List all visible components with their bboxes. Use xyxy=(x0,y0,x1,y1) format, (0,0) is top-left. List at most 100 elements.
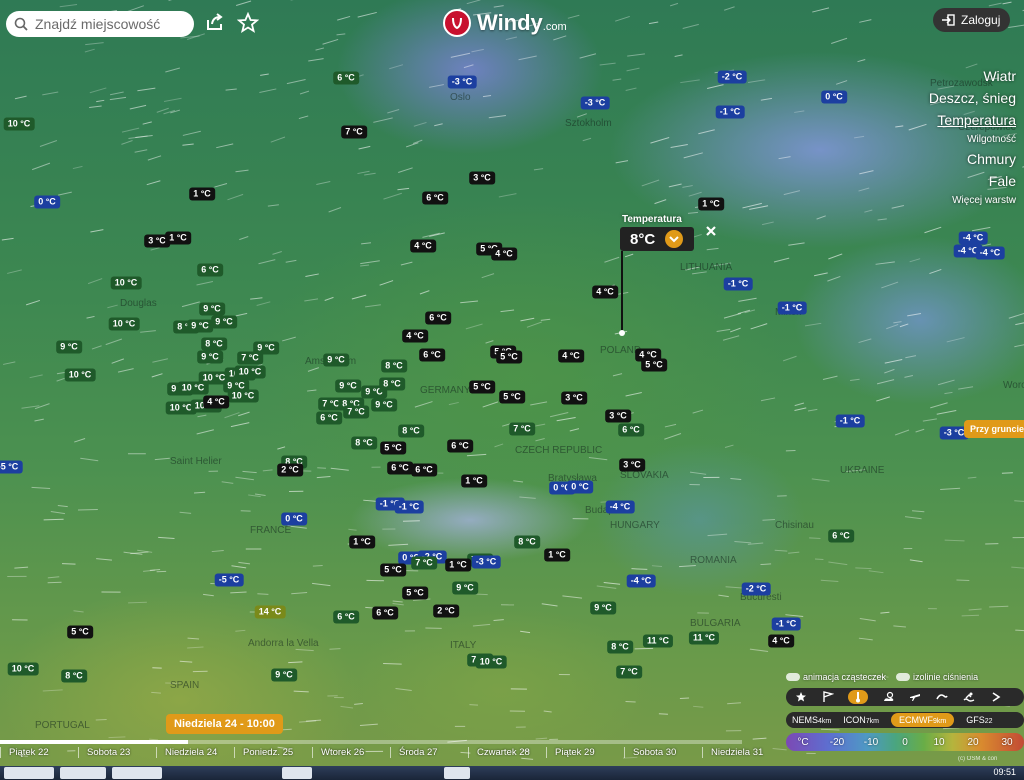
isobars-toggle[interactable]: izolinie ciśnienia xyxy=(896,672,978,682)
swimmer-icon[interactable] xyxy=(962,690,976,704)
temperature-label[interactable]: 1 °C xyxy=(445,558,471,572)
taskbar-app-button[interactable] xyxy=(444,767,470,779)
popup-dropdown-button[interactable] xyxy=(665,230,684,248)
temperature-label[interactable]: -3 °C xyxy=(471,555,501,569)
layer-item-3[interactable]: Wilgotność xyxy=(929,134,1016,145)
timeline-day-3[interactable]: Poniedz. 25 xyxy=(234,747,312,758)
temperature-label[interactable]: 10 °C xyxy=(177,381,209,395)
temperature-label[interactable]: 6 °C xyxy=(828,529,854,543)
temperature-label[interactable]: 1 °C xyxy=(349,535,375,549)
weather-map[interactable]: Oslo Sztokholm Petrozawodsk Czerepowiec Doug… xyxy=(0,0,1024,780)
temperature-label[interactable]: 9 °C xyxy=(187,319,213,333)
particles-toggle[interactable]: animacja cząsteczek xyxy=(786,672,886,682)
temperature-label[interactable]: 9 °C xyxy=(271,668,297,682)
temperature-label[interactable]: -3 °C xyxy=(580,96,610,110)
temperature-label[interactable]: 6 °C xyxy=(411,463,437,477)
layer-item-5[interactable]: Fale xyxy=(929,173,1016,189)
temperature-label[interactable]: 8 °C xyxy=(379,377,405,391)
temperature-label[interactable]: 0 °C xyxy=(567,480,593,494)
temperature-label[interactable]: -3 °C xyxy=(447,75,477,89)
temperature-label[interactable]: 6 °C xyxy=(333,610,359,624)
temperature-label[interactable]: -1 °C xyxy=(835,414,865,428)
layer-item-1[interactable]: Deszcz, śnieg xyxy=(929,90,1016,106)
wave-icon[interactable] xyxy=(935,690,949,704)
temperature-label[interactable]: 3 °C xyxy=(561,391,587,405)
temperature-label[interactable]: 8 °C xyxy=(381,359,407,373)
temperature-label[interactable]: 10 °C xyxy=(7,662,39,676)
temperature-label[interactable]: 10 °C xyxy=(3,117,35,131)
star-icon[interactable] xyxy=(237,12,259,34)
temperature-label[interactable]: 9 °C xyxy=(197,350,223,364)
temperature-label[interactable]: -1 °C xyxy=(394,500,424,514)
temperature-label[interactable]: 4 °C xyxy=(203,395,229,409)
temperature-label[interactable]: 4 °C xyxy=(592,285,618,299)
temperature-label[interactable]: 6 °C xyxy=(372,606,398,620)
temperature-label[interactable]: 10 °C xyxy=(227,389,259,403)
temperature-label[interactable]: 9 °C xyxy=(199,302,225,316)
temperature-label[interactable]: 9 °C xyxy=(56,340,82,354)
timeline-day-8[interactable]: Sobota 30 xyxy=(624,747,702,758)
temperature-label[interactable]: 6 °C xyxy=(419,348,445,362)
temperature-label[interactable]: 2 °C xyxy=(433,604,459,618)
temperature-label[interactable]: 7 °C xyxy=(237,351,263,365)
temperature-label[interactable]: -1 °C xyxy=(771,617,801,631)
temperature-label[interactable]: 1 °C xyxy=(544,548,570,562)
login-button[interactable]: Zaloguj xyxy=(933,8,1011,32)
search-input[interactable] xyxy=(33,15,187,33)
timeline-day-0[interactable]: Piątek 22 xyxy=(0,747,78,758)
attribution[interactable]: (c) OSM & con xyxy=(958,756,997,762)
temperature-label[interactable]: 11 °C xyxy=(688,631,720,645)
temperature-label[interactable]: 9 °C xyxy=(590,601,616,615)
current-time-bubble[interactable]: Niedziela 24 - 10:00 xyxy=(166,714,283,734)
taskbar-app-button[interactable] xyxy=(282,767,312,779)
temperature-label[interactable]: 0 °C xyxy=(281,512,307,526)
temperature-label[interactable]: 9 °C xyxy=(323,353,349,367)
timeline-day-5[interactable]: Środa 27 xyxy=(390,747,468,758)
temperature-label[interactable]: 6 °C xyxy=(387,461,413,475)
temperature-label[interactable]: 1 °C xyxy=(189,187,215,201)
temperature-label[interactable]: 3 °C xyxy=(605,409,631,423)
temperature-label[interactable]: -5 °C xyxy=(0,460,23,474)
temperature-label[interactable]: 5 °C xyxy=(469,380,495,394)
temperature-label[interactable]: 4 °C xyxy=(402,329,428,343)
temperature-label[interactable]: -1 °C xyxy=(777,301,807,315)
timeline[interactable]: Piątek 22 Sobota 23 Niedziela 24 Poniedz. 2… xyxy=(0,738,780,764)
temperature-label[interactable]: -4 °C xyxy=(605,500,635,514)
model-option-0[interactable]: NEMS4km xyxy=(792,715,831,725)
temperature-label[interactable]: 6 °C xyxy=(333,71,359,85)
timeline-day-2[interactable]: Niedziela 24 xyxy=(156,747,234,758)
temperature-label[interactable]: 6 °C xyxy=(447,439,473,453)
temperature-label[interactable]: 5 °C xyxy=(496,350,522,364)
scale-unit[interactable]: °C xyxy=(786,737,820,748)
model-option-2[interactable]: ECMWF9km xyxy=(890,713,955,727)
taskbar-app-button[interactable] xyxy=(60,767,106,779)
temperature-label[interactable]: 2 °C xyxy=(277,463,303,477)
favorite-star-icon[interactable] xyxy=(794,690,808,704)
temperature-label[interactable]: -1 °C xyxy=(715,105,745,119)
temperature-label[interactable]: 8 °C xyxy=(514,535,540,549)
close-icon[interactable] xyxy=(704,224,718,238)
taskbar-app-button[interactable] xyxy=(4,767,54,779)
temperature-label[interactable]: 8 °C xyxy=(61,669,87,683)
temperature-label[interactable]: 5 °C xyxy=(499,390,525,404)
temperature-label[interactable]: 10 °C xyxy=(234,365,266,379)
temperature-label[interactable]: 9 °C xyxy=(335,379,361,393)
temperature-label[interactable]: 10 °C xyxy=(475,655,507,669)
layer-item-2[interactable]: Temperatura xyxy=(929,112,1016,128)
temperature-label[interactable]: 6 °C xyxy=(422,191,448,205)
timeline-day-1[interactable]: Sobota 23 xyxy=(78,747,156,758)
temperature-label[interactable]: 4 °C xyxy=(768,634,794,648)
temperature-label[interactable]: 14 °C xyxy=(254,605,286,619)
temperature-label[interactable]: 0 °C xyxy=(821,90,847,104)
cloud-sun-icon[interactable] xyxy=(881,690,895,704)
temperature-label[interactable]: 7 °C xyxy=(616,665,642,679)
temperature-label[interactable]: 6 °C xyxy=(425,311,451,325)
temperature-label[interactable]: -2 °C xyxy=(717,70,747,84)
windy-logo[interactable]: Windy .com xyxy=(443,9,567,37)
temperature-label[interactable]: 6 °C xyxy=(197,263,223,277)
model-option-1[interactable]: ICON7km xyxy=(843,715,879,725)
temperature-label[interactable]: 10 °C xyxy=(64,368,96,382)
temperature-label[interactable]: 4 °C xyxy=(558,349,584,363)
temperature-label[interactable]: 1 °C xyxy=(165,231,191,245)
temperature-label[interactable]: 1 °C xyxy=(698,197,724,211)
